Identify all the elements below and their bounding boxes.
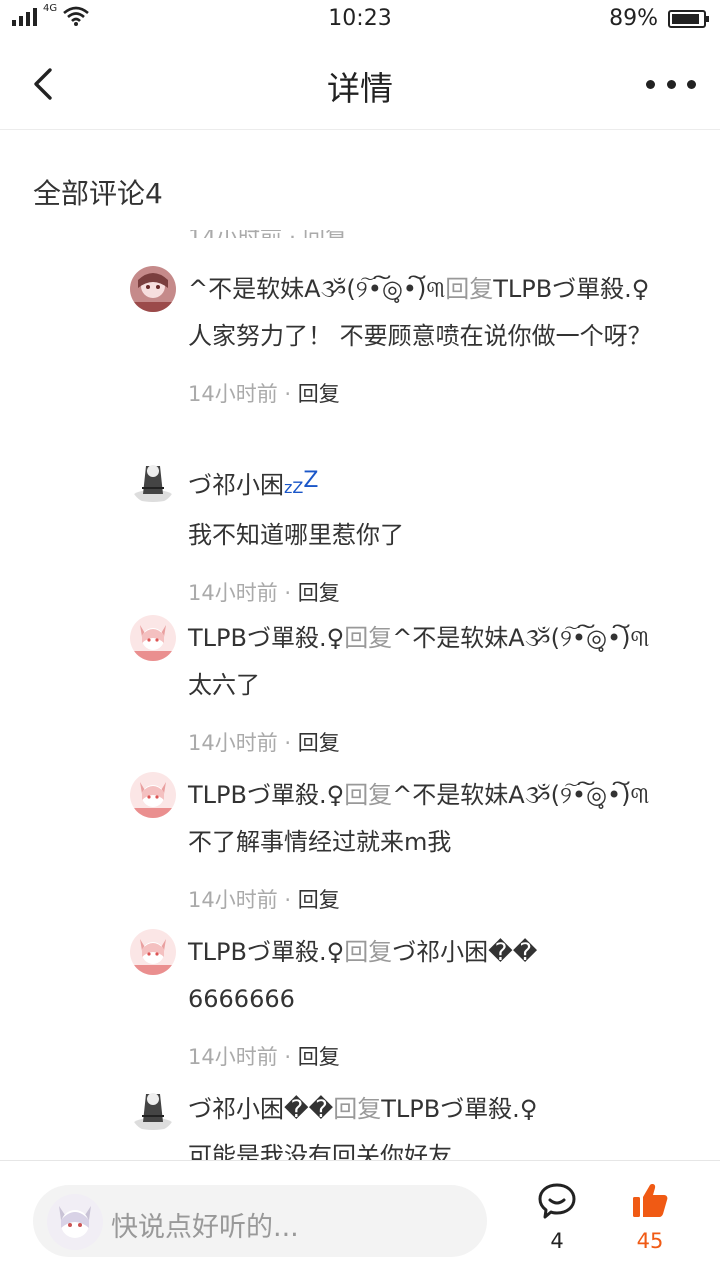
- reply-target[interactable]: ^不是软妹Aૐ(୨͠•͠◎̥•͠)୩: [392, 624, 649, 652]
- bottom-bar: 快说点好听的... 4 45: [0, 1160, 720, 1280]
- comment-time: 14小时前: [188, 1045, 278, 1069]
- avatar: [47, 1194, 103, 1250]
- comment-author[interactable]: TLPBづ單殺.♀: [188, 938, 344, 966]
- comment-time: 14小时前: [188, 731, 278, 755]
- avatar[interactable]: [130, 458, 176, 504]
- thumbs-up-icon: [633, 1184, 668, 1217]
- like-button[interactable]: 45: [620, 1181, 680, 1253]
- reply-word: 回复: [344, 938, 393, 966]
- comment-time: 14小时前: [188, 581, 278, 605]
- reply-target[interactable]: TLPBづ單殺.♀: [381, 1095, 537, 1123]
- reply-word: 回复: [344, 624, 393, 652]
- comment-author[interactable]: づ祁小困��: [188, 1095, 333, 1123]
- reply-button[interactable]: 回复: [298, 1045, 340, 1069]
- comment-list[interactable]: 14小时前 · 回复 ^不是软妹Aૐ(୨͠•͠◎̥•͠)୩回复TLPBづ單殺.♀…: [0, 230, 720, 1160]
- avatar[interactable]: [130, 1086, 176, 1132]
- reply-target[interactable]: TLPBづ單殺.♀: [493, 275, 649, 303]
- comment-text: 太六了: [188, 671, 260, 699]
- comment-bubble-icon: [538, 1183, 576, 1219]
- comment-text: 不了解事情经过就来m我: [188, 828, 452, 856]
- comment-author[interactable]: TLPBづ單殺.♀: [188, 781, 344, 809]
- avatar[interactable]: [130, 615, 176, 661]
- comment-count: 4: [550, 1229, 564, 1253]
- comment-input[interactable]: 快说点好听的...: [33, 1185, 487, 1257]
- battery-percent: 89%: [609, 6, 658, 31]
- reply-word: 回复: [344, 781, 393, 809]
- comment-time: 14小时前: [188, 888, 278, 912]
- comment-text: 可能是我没有回关你好友: [188, 1142, 452, 1160]
- nav-bar: 详情: [0, 40, 720, 130]
- sleep-z: Z: [303, 468, 319, 493]
- reply-button[interactable]: 回复: [298, 382, 340, 406]
- comment-author[interactable]: ^不是软妹Aૐ(୨͠•͠◎̥•͠)୩: [188, 275, 445, 303]
- reply-button[interactable]: 回复: [298, 581, 340, 605]
- reply-button[interactable]: 回复: [298, 731, 340, 755]
- comment-text: 人家努力了！ 不要顾意喷在说你做一个呀？: [188, 322, 652, 350]
- comment-text: 我不知道哪里惹你了: [188, 521, 404, 549]
- sleep-zz: zZ: [284, 478, 304, 497]
- avatar[interactable]: [130, 929, 176, 975]
- comment-text: 6666666: [188, 985, 295, 1013]
- comment-author[interactable]: TLPBづ單殺.♀: [188, 624, 344, 652]
- battery-icon: [668, 9, 709, 28]
- reply-target[interactable]: ^不是软妹Aૐ(୨͠•͠◎̥•͠)୩: [392, 781, 649, 809]
- comments-section-title: 全部评论4: [33, 177, 163, 210]
- page-title: 详情: [327, 69, 393, 108]
- comment-author[interactable]: づ祁小困: [188, 471, 284, 499]
- avatar[interactable]: [130, 772, 176, 818]
- clipped-comment-meta: 14小时前 · 回复: [188, 230, 347, 238]
- comment-time: 14小时前: [188, 382, 278, 406]
- status-bar: 4G 10:23 89%: [0, 0, 720, 40]
- like-count: 45: [636, 1229, 664, 1253]
- more-icon[interactable]: [646, 70, 696, 98]
- comment-placeholder: 快说点好听的...: [111, 1212, 299, 1243]
- reply-button[interactable]: 回复: [298, 888, 340, 912]
- battery-group: 89%: [609, 6, 709, 31]
- reply-word: 回复: [333, 1095, 382, 1123]
- reply-word: 回复: [445, 275, 494, 303]
- comment-button[interactable]: 4: [527, 1181, 587, 1253]
- reply-target[interactable]: づ祁小困��: [392, 938, 537, 966]
- avatar[interactable]: [130, 266, 176, 312]
